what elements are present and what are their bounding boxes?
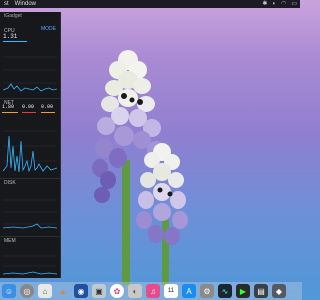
display-icon[interactable]: ▭	[291, 0, 297, 8]
app-icon[interactable]: ⌂	[38, 284, 52, 298]
net-bar-mid	[22, 112, 36, 113]
cpu-bar	[3, 41, 27, 42]
misc-icon[interactable]: ◆	[272, 284, 286, 298]
wallpaper-flower	[92, 50, 188, 285]
mode-button[interactable]: MODE	[41, 26, 56, 32]
window-menu[interactable]: Window	[15, 0, 36, 8]
net-graph	[3, 130, 57, 173]
mem-graph	[3, 255, 57, 275]
activity-widget-panel: tGadget CPU MODE 1.31 NET 1.89 0.00 0.00…	[0, 12, 61, 278]
net-value-left: 1.89	[2, 104, 15, 110]
divider	[0, 236, 60, 237]
preview-icon[interactable]: ▣	[92, 284, 106, 298]
dock: ☺ ◎ ⌂ ▲ ◉ ▣ ✿ ◐ ♫ 11 A ⚙ ∿ ▶ ▤ ◆	[0, 282, 302, 300]
net-value-mid: 0.00	[22, 104, 35, 110]
net-bar-left	[2, 112, 18, 113]
mem-label: MEM	[4, 238, 16, 244]
browser-icon[interactable]: ◉	[74, 284, 88, 298]
vlc-icon[interactable]: ▲	[56, 284, 70, 298]
cpu-graph	[3, 56, 57, 92]
finder-icon[interactable]: ☺	[2, 284, 16, 298]
file-icon[interactable]: ▤	[254, 284, 268, 298]
activity-monitor-icon[interactable]: ∿	[218, 284, 232, 298]
music-icon[interactable]: ♫	[146, 284, 160, 298]
divider	[0, 178, 60, 179]
wifi-icon[interactable]: ◠	[281, 0, 286, 8]
photos-icon[interactable]: ✿	[110, 284, 124, 298]
launchpad-icon[interactable]: ◎	[20, 284, 34, 298]
net-bar-right	[41, 112, 55, 113]
image-capture-icon[interactable]: ◐	[128, 284, 142, 298]
bluetooth-icon[interactable]: ✱	[262, 0, 267, 8]
system-prefs-icon[interactable]: ⚙	[200, 284, 214, 298]
calendar-day: 11	[167, 288, 175, 294]
disk-label: DISK	[4, 180, 16, 186]
app-store-icon[interactable]: A	[182, 284, 196, 298]
disk-graph	[3, 199, 57, 229]
terminal-icon[interactable]: ▶	[236, 284, 250, 298]
net-value-right: 0.00	[41, 104, 54, 110]
app-menu[interactable]: st	[4, 0, 9, 8]
cpu-value: 1.31	[3, 33, 18, 40]
divider	[0, 98, 60, 99]
menu-bar: st Window ✱ ◐ ◠ ▭	[0, 0, 300, 8]
status-area: ✱ ◐ ◠ ▭	[262, 0, 300, 8]
audio-icon[interactable]: ◐	[272, 0, 276, 8]
widget-title: tGadget	[4, 13, 22, 19]
calendar-icon[interactable]: 11	[164, 284, 178, 298]
